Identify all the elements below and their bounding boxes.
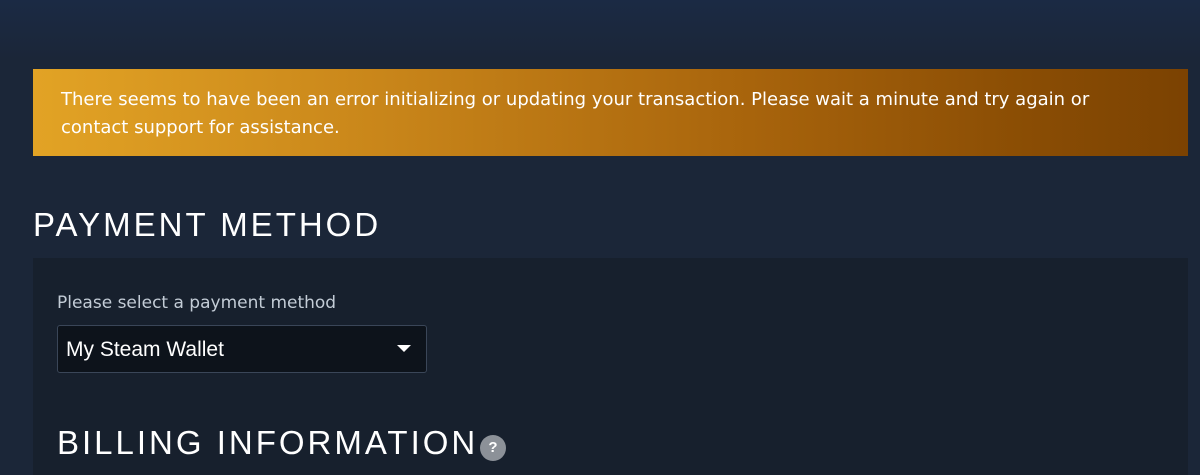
billing-information-title: BILLING INFORMATION (57, 424, 479, 461)
chevron-down-icon (397, 345, 411, 352)
error-message: There seems to have been an error initia… (61, 89, 1090, 138)
payment-method-select[interactable]: My Steam Wallet (57, 325, 427, 373)
error-banner: There seems to have been an error initia… (33, 69, 1188, 156)
payment-method-selected-value: My Steam Wallet (66, 338, 224, 361)
payment-method-title: PAYMENT METHOD (33, 206, 382, 243)
payment-method-label: Please select a payment method (57, 293, 337, 313)
payment-method-panel: Please select a payment method My Steam … (33, 258, 1188, 475)
question-mark-icon[interactable]: ? (480, 435, 506, 461)
